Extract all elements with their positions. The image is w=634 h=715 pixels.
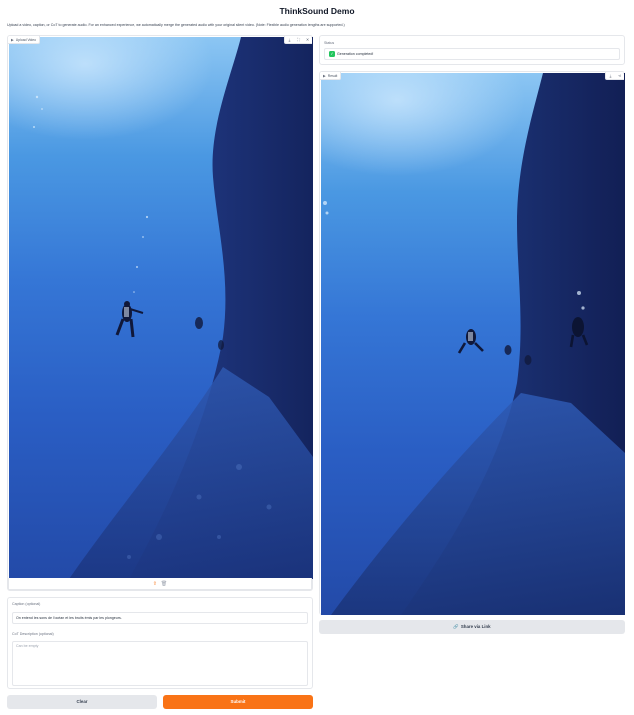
share-via-link-button[interactable]: 🔗 Share via Link: [319, 620, 625, 634]
upload-icon[interactable]: ⇪: [153, 581, 157, 587]
upload-tools: ⇪ 🗑: [8, 578, 312, 590]
upload-video-label: ▶ Upload Video: [8, 36, 41, 44]
share-icon[interactable]: ⋖: [615, 72, 624, 80]
result-actions: ⤓ ⋖: [605, 72, 624, 80]
video-icon: ▶: [323, 74, 326, 78]
cot-placeholder: Can be empty: [16, 644, 39, 648]
diver-figure-near-wall: [569, 317, 589, 348]
check-icon: ✓: [329, 51, 335, 58]
diver-figure-far: [218, 340, 224, 350]
close-icon[interactable]: ✕: [303, 36, 312, 44]
cot-label: CoT Description (optional): [12, 632, 54, 636]
submit-button[interactable]: Submit: [163, 695, 313, 709]
upload-video-actions: ⤓ ⛶ ✕: [284, 36, 312, 44]
diver-figure-distant: [195, 317, 203, 329]
download-icon[interactable]: ⤓: [606, 72, 615, 80]
diver-figure-far: [524, 355, 532, 365]
clear-button[interactable]: Clear: [7, 695, 157, 709]
status-textbox: ✓ Generation completed!: [324, 48, 620, 60]
diver-figure: [115, 301, 144, 338]
trash-icon[interactable]: 🗑: [161, 581, 167, 587]
status-label: Status: [324, 41, 335, 45]
caption-label: Caption (optional): [12, 602, 41, 606]
cot-input[interactable]: Can be empty: [12, 641, 308, 686]
result-panel: ▶ Result ⤓ ⋖: [319, 71, 625, 615]
video-icon: ▶: [11, 38, 14, 42]
diver-figure-distant: [504, 345, 512, 355]
input-video-player[interactable]: [9, 37, 313, 579]
result-video-player[interactable]: [321, 73, 625, 615]
download-icon[interactable]: ⤓: [285, 36, 294, 44]
diver-figure: [457, 329, 484, 354]
result-label: ▶ Result: [320, 72, 342, 80]
caption-input[interactable]: On entend les sons de l'océan et les bru…: [12, 612, 308, 624]
text-inputs-panel: Caption (optional) On entend les sons de…: [7, 597, 313, 689]
link-icon: 🔗: [453, 624, 459, 629]
page-title: ThinkSound Demo: [279, 6, 355, 16]
upload-video-panel: ▶ Upload Video ⤓ ⛶ ✕: [7, 35, 313, 591]
page-description: Upload a video, caption, or CoT to gener…: [7, 23, 345, 27]
fullscreen-icon[interactable]: ⛶: [294, 36, 303, 44]
reef-wall: [33, 37, 313, 579]
